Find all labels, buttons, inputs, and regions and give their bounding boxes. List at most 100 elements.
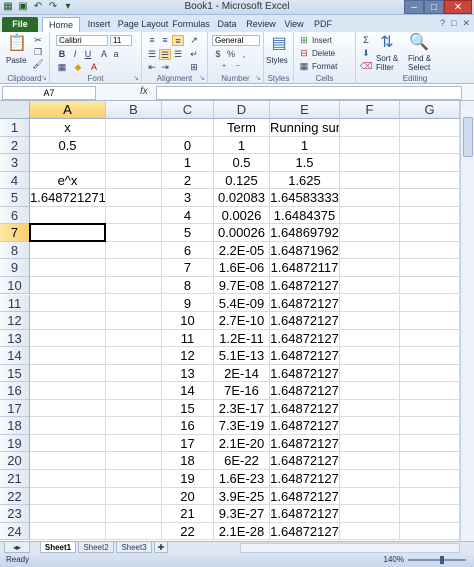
cell-c6[interactable]: 4 [162,206,214,225]
cell-g5[interactable] [400,189,460,207]
currency-icon[interactable]: $ [212,49,224,60]
cell-c10[interactable]: 8 [162,276,214,295]
cell-b24[interactable] [106,522,162,541]
sort-filter-button-line1[interactable]: Sort & [376,54,398,63]
cell-g8[interactable] [400,241,460,260]
insert-cells-icon[interactable]: ⊞ [298,35,310,46]
bold-icon[interactable]: B [56,49,68,60]
cell-d13[interactable]: 1.2E-11 [214,329,270,348]
insert-button[interactable]: Insert [312,36,332,45]
cell-b11[interactable] [106,294,162,313]
cell-f14[interactable] [340,347,400,365]
zoom-slider-knob[interactable] [440,556,444,564]
sort-filter-button-line2[interactable]: Filter [376,63,394,72]
styles-icon[interactable]: ▤ [268,34,290,54]
maximize-button[interactable]: □ [424,0,444,14]
cell-e21[interactable]: 1.64872127 [270,470,340,488]
cell-g4[interactable] [400,171,460,190]
cell-g21[interactable] [400,470,460,488]
cell-b4[interactable] [106,171,162,190]
cell-c24[interactable]: 22 [162,522,214,541]
tab-home[interactable]: Home [42,17,80,32]
alignment-expand-icon[interactable]: ↘ [199,74,205,82]
close-button[interactable]: ✕ [444,0,472,14]
cell-a14[interactable] [30,347,106,365]
cell-e15[interactable]: 1.64872127 [270,364,340,383]
cell-d23[interactable]: 9.3E-27 [214,505,270,523]
cell-a10[interactable] [30,276,106,295]
cell-c1[interactable] [162,119,214,137]
cell-c4[interactable]: 2 [162,171,214,190]
wrap-text-icon[interactable]: ↵ [188,49,200,60]
cell-b10[interactable] [106,276,162,295]
cell-d21[interactable]: 1.6E-23 [214,470,270,488]
font-expand-icon[interactable]: ↘ [133,74,139,82]
fill-color-icon[interactable]: ◆ [72,62,84,73]
column-header-c[interactable]: C [162,101,214,119]
cell-d2[interactable]: 1 [214,136,270,155]
cell-b17[interactable] [106,399,162,418]
cell-b6[interactable] [106,206,162,225]
cell-e24[interactable]: 1.64872127 [270,522,340,541]
select-all-corner[interactable] [0,101,30,119]
column-header-d[interactable]: D [214,101,270,119]
cell-d8[interactable]: 2.2E-05 [214,241,270,260]
cell-a21[interactable] [30,470,106,488]
cell-g7[interactable] [400,224,460,242]
cell-a9[interactable] [30,259,106,277]
delete-button[interactable]: Delete [312,49,335,58]
cell-c7[interactable]: 5 [162,224,214,242]
cell-c2[interactable]: 0 [162,136,214,155]
orientation-icon[interactable]: ↗ [188,35,200,46]
cell-e13[interactable]: 1.64872127 [270,329,340,348]
row-header-9[interactable]: 9 [0,259,30,277]
column-header-f[interactable]: F [340,101,400,119]
cell-e8[interactable]: 1.64871962 [270,241,340,260]
cell-a13[interactable] [30,329,106,348]
cell-g19[interactable] [400,434,460,453]
cell-d17[interactable]: 2.3E-17 [214,399,270,418]
zoom-slider[interactable] [408,559,466,561]
row-header-10[interactable]: 10 [0,276,30,295]
align-left-icon[interactable]: ☰ [146,49,158,60]
cell-d10[interactable]: 9.7E-08 [214,276,270,295]
tab-file[interactable]: File [2,17,38,32]
cell-d22[interactable]: 3.9E-25 [214,487,270,506]
cell-b20[interactable] [106,452,162,470]
column-header-a[interactable]: A [30,101,106,119]
cell-b8[interactable] [106,241,162,260]
cell-b16[interactable] [106,382,162,400]
cell-f19[interactable] [340,434,400,453]
row-header-19[interactable]: 19 [0,434,30,453]
fill-icon[interactable]: ⬇ [360,48,372,59]
cell-b21[interactable] [106,470,162,488]
cell-b19[interactable] [106,434,162,453]
formula-input[interactable] [156,86,462,100]
cell-b15[interactable] [106,364,162,383]
cell-f9[interactable] [340,259,400,277]
cell-g2[interactable] [400,136,460,155]
underline-icon[interactable]: U [82,49,94,60]
cell-a3[interactable] [30,154,106,172]
row-header-7[interactable]: 7 [0,224,30,242]
font-name-select[interactable]: Calibri [56,35,108,46]
cell-e5[interactable]: 1.64583333 [270,189,340,207]
row-header-3[interactable]: 3 [0,154,30,172]
cell-e14[interactable]: 1.64872127 [270,347,340,365]
cell-f21[interactable] [340,470,400,488]
cell-f24[interactable] [340,522,400,541]
sheet-tab-sheet2[interactable]: Sheet2 [78,542,114,553]
row-header-15[interactable]: 15 [0,364,30,383]
cell-g3[interactable] [400,154,460,172]
cell-g16[interactable] [400,382,460,400]
format-painter-icon[interactable]: 🖌 [32,59,44,70]
cell-c8[interactable]: 6 [162,241,214,260]
insert-sheet-icon[interactable]: ✚ [154,542,168,553]
cell-d11[interactable]: 5.4E-09 [214,294,270,313]
cell-a23[interactable] [30,505,106,523]
cell-a17[interactable] [30,399,106,418]
cell-b9[interactable] [106,259,162,277]
cell-g1[interactable] [400,119,460,137]
cell-c3[interactable]: 1 [162,154,214,172]
row-header-13[interactable]: 13 [0,329,30,348]
